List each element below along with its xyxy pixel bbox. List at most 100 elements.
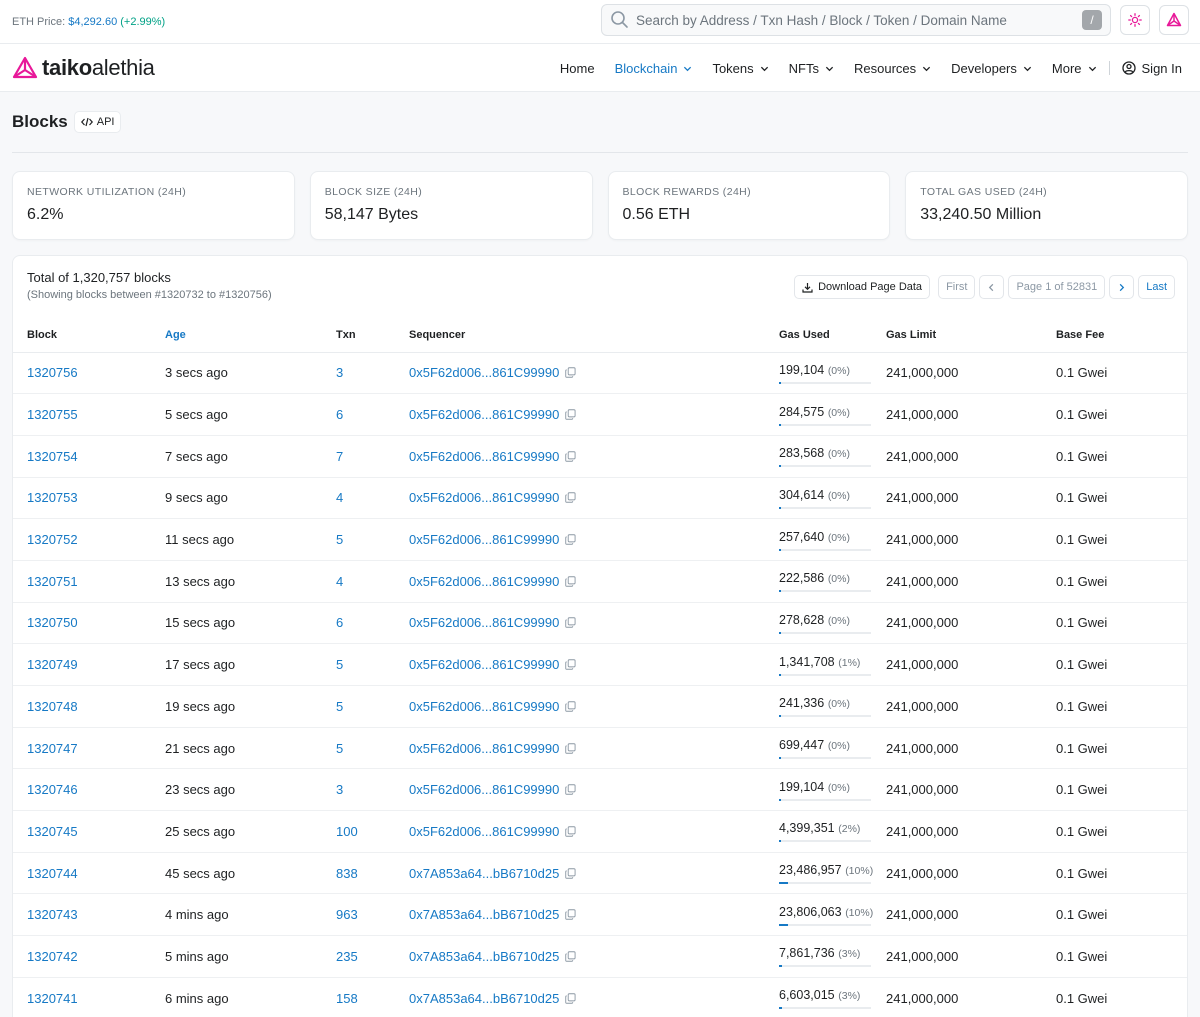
block-number-link[interactable]: 1320747	[27, 741, 78, 756]
nav-tokens[interactable]: Tokens	[712, 61, 768, 76]
txn-count-link[interactable]: 963	[336, 907, 358, 922]
txn-count-link[interactable]: 5	[336, 532, 343, 547]
sequencer-address-link[interactable]: 0x5F62d006...861C99990	[409, 741, 559, 756]
gas-used-bar-fill	[779, 882, 789, 885]
nav-developers[interactable]: Developers	[951, 61, 1032, 76]
copy-icon[interactable]	[565, 909, 576, 921]
txn-cell: 6	[336, 602, 409, 645]
gas-used-cell: 222,586 (0%)	[779, 560, 886, 603]
block-number-link[interactable]: 1320752	[27, 532, 78, 547]
sequencer-address-link[interactable]: 0x5F62d006...861C99990	[409, 782, 559, 797]
sequencer-address-link[interactable]: 0x5F62d006...861C99990	[409, 824, 559, 839]
site-logo[interactable]: taikoalethia	[12, 55, 155, 81]
chevron-down-icon	[1023, 66, 1031, 71]
txn-count-link[interactable]: 4	[336, 490, 343, 505]
block-number-link[interactable]: 1320748	[27, 699, 78, 714]
nav-more[interactable]: More	[1052, 61, 1097, 76]
block-number-link[interactable]: 1320755	[27, 407, 78, 422]
gas-used-value: 23,806,063	[779, 904, 842, 919]
txn-count-link[interactable]: 158	[336, 991, 358, 1006]
sequencer-address-link[interactable]: 0x7A853a64...bB6710d25	[409, 991, 559, 1006]
copy-icon[interactable]	[565, 951, 576, 962]
sequencer-address-link[interactable]: 0x5F62d006...861C99990	[409, 532, 559, 547]
download-label: Download Page Data	[818, 281, 923, 293]
txn-count-link[interactable]: 100	[336, 824, 358, 839]
sequencer-address-link[interactable]: 0x5F62d006...861C99990	[409, 449, 559, 464]
block-number-link[interactable]: 1320754	[27, 449, 78, 464]
gas-used-bar	[779, 882, 871, 885]
download-page-data-button[interactable]: Download Page Data	[794, 275, 931, 299]
copy-icon[interactable]	[565, 367, 576, 379]
table-row: 1320749 17 secs ago 5 0x5F62d006...861C9999…	[13, 643, 1187, 686]
nav-resources-label: Resources	[853, 60, 917, 76]
copy-icon[interactable]	[565, 742, 576, 754]
copy-icon[interactable]	[565, 534, 576, 545]
block-number-link[interactable]: 1320741	[27, 991, 78, 1006]
txn-count-link[interactable]: 838	[336, 866, 358, 881]
prev-page-button[interactable]	[979, 275, 1005, 299]
block-number-link[interactable]: 1320756	[27, 365, 78, 380]
sequencer-address-link[interactable]: 0x7A853a64...bB6710d25	[409, 949, 559, 964]
copy-icon[interactable]	[565, 784, 576, 795]
copy-icon[interactable]	[565, 826, 576, 837]
sequencer-cell: 0x7A853a64...bB6710d25	[409, 977, 779, 1017]
block-number-link[interactable]: 1320745	[27, 824, 78, 839]
sequencer-address-link[interactable]: 0x5F62d006...861C99990	[409, 657, 559, 672]
copy-icon[interactable]	[565, 867, 576, 879]
copy-icon[interactable]	[565, 409, 576, 420]
txn-count-link[interactable]: 235	[336, 949, 358, 964]
gas-limit-cell: 241,000,000	[886, 727, 1056, 770]
sequencer-address-link[interactable]: 0x5F62d006...861C99990	[409, 365, 559, 380]
txn-count-link[interactable]: 7	[336, 449, 343, 464]
txn-count-link[interactable]: 6	[336, 407, 343, 422]
block-cell: 1320741	[13, 977, 165, 1017]
sequencer-address-link[interactable]: 0x5F62d006...861C99990	[409, 699, 559, 714]
txn-count-link[interactable]: 5	[336, 699, 343, 714]
block-number-link[interactable]: 1320751	[27, 574, 78, 589]
sequencer-address-link[interactable]: 0x5F62d006...861C99990	[409, 615, 559, 630]
copy-icon[interactable]	[565, 701, 576, 712]
network-switch-button[interactable]	[1159, 5, 1189, 35]
table-row: 1320756 3 secs ago 3 0x5F62d006...861C99990…	[13, 352, 1187, 395]
sign-in-link[interactable]: Sign In	[1121, 61, 1182, 76]
block-number-link[interactable]: 1320749	[27, 657, 78, 672]
sequencer-address-link[interactable]: 0x7A853a64...bB6710d25	[409, 866, 559, 881]
copy-icon[interactable]	[565, 617, 576, 629]
theme-toggle-button[interactable]	[1120, 5, 1150, 35]
sequencer-address-link[interactable]: 0x5F62d006...861C99990	[409, 490, 559, 505]
api-button[interactable]: API	[73, 111, 122, 133]
nav-blockchain[interactable]: Blockchain	[615, 61, 693, 76]
first-page-button[interactable]: First	[938, 275, 976, 299]
search-input[interactable]: Search by Address / Txn Hash / Block / T…	[601, 4, 1111, 36]
sequencer-address-link[interactable]: 0x5F62d006...861C99990	[409, 407, 559, 422]
copy-icon[interactable]	[565, 450, 576, 462]
sequencer-address-link[interactable]: 0x5F62d006...861C99990	[409, 574, 559, 589]
txn-count-link[interactable]: 5	[336, 741, 343, 756]
txn-count-link[interactable]: 3	[336, 365, 343, 380]
block-number-link[interactable]: 1320750	[27, 615, 78, 630]
block-number-link[interactable]: 1320744	[27, 866, 78, 881]
base-fee-cell: 0.1 Gwei	[1056, 768, 1187, 812]
copy-icon[interactable]	[565, 992, 576, 1004]
nav-nfts[interactable]: NFTs	[789, 61, 834, 76]
txn-count-link[interactable]: 3	[336, 782, 343, 797]
block-number-link[interactable]: 1320743	[27, 907, 78, 922]
nav-tokens-label: Tokens	[712, 60, 754, 76]
age-cell: 17 secs ago	[165, 643, 336, 686]
sequencer-address-link[interactable]: 0x7A853a64...bB6710d25	[409, 907, 559, 922]
txn-count-link[interactable]: 5	[336, 657, 343, 672]
copy-icon[interactable]	[565, 492, 576, 504]
nav-resources[interactable]: Resources	[854, 61, 931, 76]
txn-count-link[interactable]: 6	[336, 615, 343, 630]
copy-icon[interactable]	[565, 576, 576, 587]
next-page-button[interactable]	[1109, 275, 1135, 299]
block-number-link[interactable]: 1320742	[27, 949, 78, 964]
col-age[interactable]: Age	[165, 318, 336, 353]
block-number-link[interactable]: 1320746	[27, 782, 78, 797]
nav-home[interactable]: Home	[560, 61, 595, 76]
last-page-button[interactable]: Last	[1138, 275, 1175, 299]
txn-count-link[interactable]: 4	[336, 574, 343, 589]
eth-price-value[interactable]: $4,292.60	[68, 16, 117, 28]
copy-icon[interactable]	[565, 659, 576, 670]
block-number-link[interactable]: 1320753	[27, 490, 78, 505]
